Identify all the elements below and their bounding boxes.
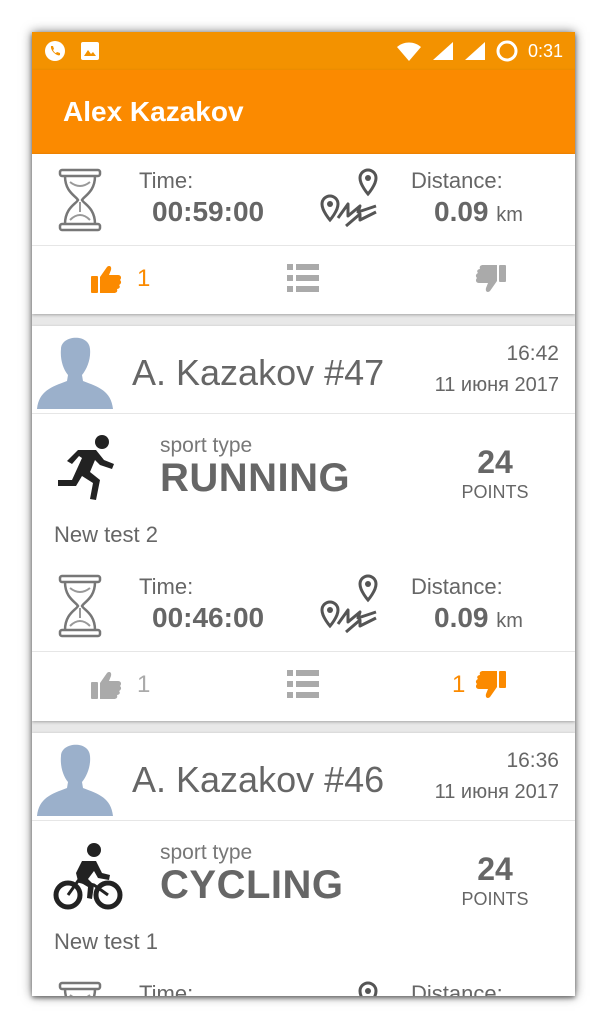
stats-row: Time: Distance: bbox=[32, 967, 575, 996]
points-label: POINTS bbox=[461, 482, 529, 502]
activity-card[interactable]: A. Kazakov #46 16:36 11 июня 2017 sport … bbox=[32, 733, 575, 996]
time-label: Time: bbox=[139, 574, 194, 599]
activity-description: New test 2 bbox=[54, 522, 158, 547]
post-date: 11 июня 2017 bbox=[434, 781, 559, 803]
hourglass-icon bbox=[56, 574, 104, 638]
post-time: 16:42 bbox=[506, 342, 559, 365]
status-clock: 0:31 bbox=[527, 40, 563, 61]
status-bar: 0:31 bbox=[32, 32, 575, 70]
author-name[interactable]: A. Kazakov #46 bbox=[132, 759, 384, 801]
distance-label: Distance: bbox=[411, 981, 503, 996]
list-icon[interactable] bbox=[287, 264, 319, 292]
thumbs-up-icon[interactable] bbox=[90, 670, 122, 700]
sport-name: RUNNING bbox=[160, 456, 351, 500]
distance-label: Distance: bbox=[411, 168, 503, 193]
post-time: 16:36 bbox=[506, 749, 559, 772]
distance-value: 0.09 km bbox=[434, 602, 523, 634]
time-value: 00:46:00 bbox=[152, 602, 265, 633]
activity-card[interactable]: A. Kazakov #47 16:42 11 июня 2017 sport … bbox=[32, 326, 575, 721]
app-bar: Alex Kazakov bbox=[32, 70, 575, 154]
signal-icon bbox=[432, 42, 453, 60]
stats-row: Time: 00:59:00 Distance: 0.09 km bbox=[32, 154, 575, 246]
time-label: Time: bbox=[139, 168, 194, 193]
hourglass-icon bbox=[56, 981, 104, 996]
signal-2-icon bbox=[464, 42, 485, 60]
post-date: 11 июня 2017 bbox=[434, 374, 559, 396]
author-name[interactable]: A. Kazakov #47 bbox=[132, 352, 384, 394]
sport-row: sport type RUNNING 24 POINTS bbox=[32, 414, 575, 520]
hourglass-icon bbox=[56, 168, 104, 232]
thumbs-down-icon[interactable] bbox=[475, 264, 507, 294]
distance-unit: km bbox=[496, 610, 523, 632]
points-value: 24 bbox=[477, 444, 513, 480]
activity-description: New test 1 bbox=[54, 929, 158, 954]
route-icon bbox=[318, 979, 384, 996]
card-header: A. Kazakov #46 16:36 11 июня 2017 bbox=[32, 733, 575, 821]
cycling-icon bbox=[53, 843, 123, 910]
distance-number: 0.09 bbox=[434, 602, 489, 633]
activity-card[interactable]: Time: 00:59:00 Distance: 0.09 km 1 bbox=[32, 154, 575, 314]
sport-row: sport type CYCLING 24 POINTS bbox=[32, 821, 575, 927]
like-count: 1 bbox=[137, 265, 151, 292]
wifi-icon bbox=[396, 42, 421, 61]
distance-unit: km bbox=[496, 204, 523, 226]
time-label: Time: bbox=[139, 981, 194, 996]
sport-type-label: sport type bbox=[160, 434, 253, 457]
distance-number: 0.09 bbox=[434, 196, 489, 227]
list-icon[interactable] bbox=[287, 670, 319, 698]
phone-screen: 0:31 Alex Kazakov Time: 00:59:00 Distanc… bbox=[32, 32, 575, 996]
stats-row: Time: 00:46:00 Distance: 0.09 km bbox=[32, 560, 575, 652]
card-header: A. Kazakov #47 16:42 11 июня 2017 bbox=[32, 326, 575, 414]
app-bar-title: Alex Kazakov bbox=[63, 96, 244, 127]
thumbs-up-icon[interactable] bbox=[90, 264, 122, 294]
thumbs-down-icon[interactable] bbox=[475, 670, 507, 700]
sport-type-label: sport type bbox=[160, 841, 253, 864]
points-value: 24 bbox=[477, 851, 513, 887]
avatar[interactable] bbox=[35, 331, 115, 409]
distance-value: 0.09 km bbox=[434, 196, 523, 228]
distance-label: Distance: bbox=[411, 574, 503, 599]
route-icon bbox=[318, 572, 384, 638]
running-icon bbox=[58, 435, 114, 500]
battery-charging-icon bbox=[496, 40, 518, 62]
action-row: 1 bbox=[32, 246, 575, 310]
sport-name: CYCLING bbox=[160, 863, 344, 907]
points-label: POINTS bbox=[461, 889, 529, 909]
time-value: 00:59:00 bbox=[152, 196, 265, 227]
action-row: 1 1 bbox=[32, 652, 575, 716]
like-count: 1 bbox=[137, 671, 151, 698]
image-notification-icon bbox=[81, 42, 99, 60]
phone-call-icon bbox=[45, 41, 65, 61]
avatar[interactable] bbox=[35, 738, 115, 816]
dislike-count: 1 bbox=[452, 671, 466, 698]
route-icon bbox=[318, 166, 384, 232]
